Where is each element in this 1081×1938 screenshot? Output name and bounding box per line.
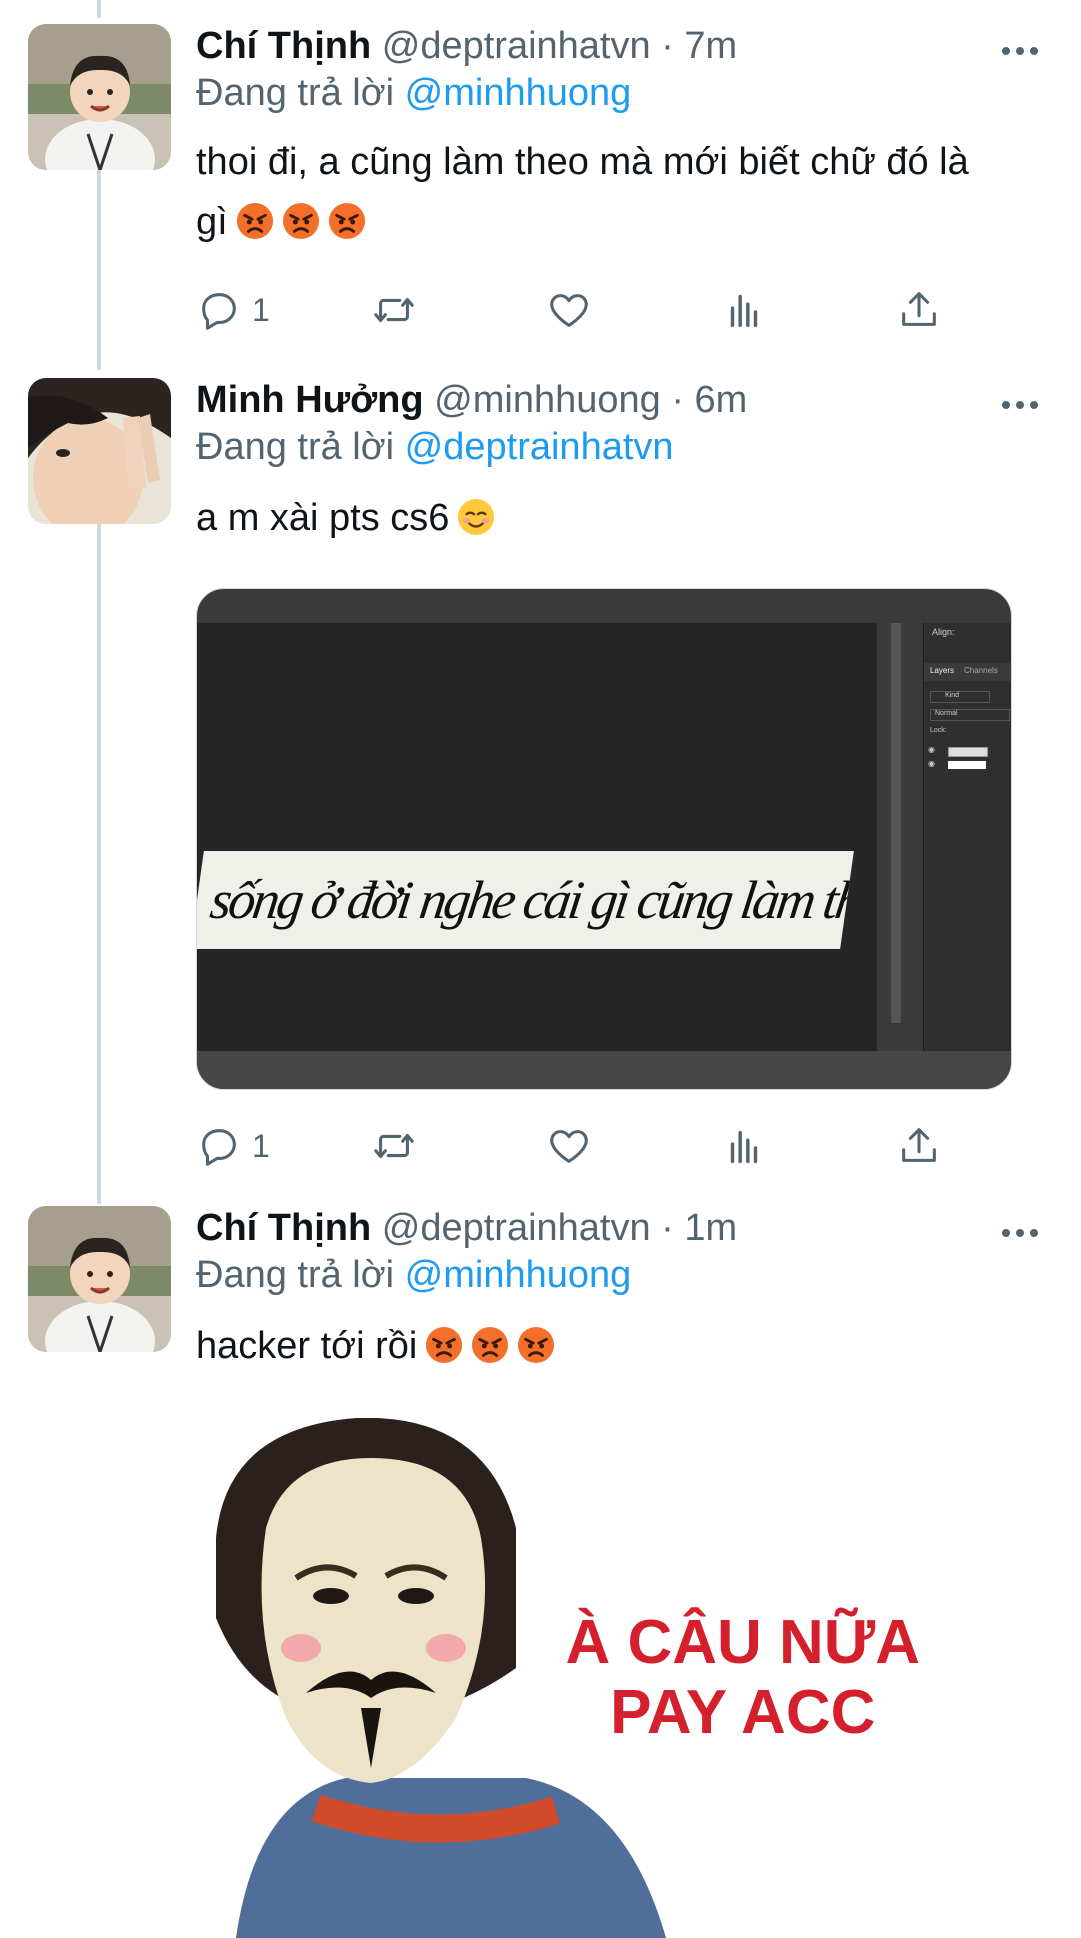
photoshop-canvas bbox=[197, 623, 877, 1051]
tweet-text-line: thoi đi, a cũng làm theo mà mới biết chữ… bbox=[196, 141, 969, 183]
panel-tab: Layers bbox=[930, 666, 955, 675]
smiling-face-emoji bbox=[457, 498, 495, 536]
reply-button[interactable]: 1 bbox=[196, 280, 270, 340]
separator: · bbox=[661, 1207, 674, 1249]
layer-row: ◉ bbox=[928, 745, 1011, 757]
panel-tab: Channels bbox=[964, 666, 998, 675]
avatar[interactable] bbox=[28, 378, 171, 524]
mention-link[interactable]: @minhhuong bbox=[405, 1254, 632, 1296]
tweet-text-line: hacker tới rồi bbox=[196, 1325, 418, 1367]
attached-image[interactable]: À CÂU NỮA PAY ACC bbox=[196, 1418, 1010, 1938]
replying-to: Đang trả lời @deptrainhatvn bbox=[196, 423, 674, 471]
share-button[interactable] bbox=[896, 280, 942, 340]
reply-icon bbox=[196, 1123, 242, 1169]
replying-to-label: Đang trả lời bbox=[196, 426, 395, 468]
retweet-icon bbox=[371, 287, 417, 333]
display-name[interactable]: Chí Thịnh bbox=[196, 25, 371, 67]
bar-chart-icon bbox=[721, 287, 767, 333]
timestamp[interactable]: 1m bbox=[684, 1207, 737, 1249]
separator: · bbox=[661, 25, 674, 67]
layers-panel: Align: Layers Channels Kind Normal Lock:… bbox=[923, 623, 1011, 1051]
tweet-text: hacker tới rồi bbox=[196, 1316, 1056, 1376]
more-options-icon[interactable] bbox=[1001, 1228, 1039, 1238]
views-button[interactable] bbox=[721, 1116, 767, 1176]
tweet-text-line: a m xài pts cs6 bbox=[196, 497, 450, 539]
attached-image[interactable]: Align: Layers Channels Kind Normal Lock:… bbox=[196, 588, 1012, 1090]
panel-lock-label: Lock: bbox=[930, 727, 947, 734]
tweet-header: Chí Thịnh @deptrainhatvn · 7m bbox=[196, 22, 737, 70]
replying-to: Đang trả lời @minhhuong bbox=[196, 1251, 631, 1299]
reply-count: 1 bbox=[252, 291, 270, 328]
like-button[interactable] bbox=[546, 280, 592, 340]
mention-link[interactable]: @deptrainhatvn bbox=[405, 426, 674, 468]
timestamp[interactable]: 6m bbox=[695, 379, 748, 421]
angry-face-emoji bbox=[328, 202, 366, 240]
canvas-warped-text: sống ở đời nghe cái gì cũng làm theo vậy bbox=[197, 851, 854, 949]
angry-face-emoji bbox=[517, 1326, 555, 1364]
share-icon bbox=[896, 1123, 942, 1169]
meme-caption-line: PAY ACC bbox=[610, 1678, 876, 1747]
avatar[interactable] bbox=[28, 24, 171, 170]
heart-icon bbox=[546, 287, 592, 333]
tweet-header: Minh Hưởng @minhhuong · 6m bbox=[196, 376, 747, 424]
action-bar: 1 bbox=[196, 280, 976, 340]
canvas-scrollbar bbox=[891, 623, 901, 1023]
heart-icon bbox=[546, 1123, 592, 1169]
user-handle[interactable]: @deptrainhatvn bbox=[382, 1207, 651, 1249]
meme-caption: À CÂU NỮA PAY ACC bbox=[565, 1608, 920, 1748]
retweet-button[interactable] bbox=[371, 1116, 417, 1176]
action-bar: 1 bbox=[196, 1116, 976, 1176]
tweet-text-line: gì bbox=[196, 201, 228, 243]
separator: · bbox=[671, 379, 684, 421]
share-icon bbox=[896, 287, 942, 333]
replying-to: Đang trả lời @minhhuong bbox=[196, 69, 631, 117]
panel-blend-mode: Normal bbox=[930, 709, 1010, 721]
user-handle[interactable]: @deptrainhatvn bbox=[382, 25, 651, 67]
user-handle[interactable]: @minhhuong bbox=[434, 379, 661, 421]
views-button[interactable] bbox=[721, 280, 767, 340]
photoshop-footer bbox=[197, 1051, 1011, 1089]
panel-tabs: Layers Channels bbox=[924, 663, 1011, 681]
mention-link[interactable]: @minhhuong bbox=[405, 72, 632, 114]
tweet[interactable]: Minh Hưởng @minhhuong · 6m Đang trả lời … bbox=[0, 378, 1081, 1178]
angry-face-emoji bbox=[425, 1326, 463, 1364]
tweet-text: thoi đi, a cũng làm theo mà mới biết chữ… bbox=[196, 132, 1056, 252]
angry-face-emoji bbox=[471, 1326, 509, 1364]
reply-icon bbox=[196, 287, 242, 333]
replying-to-label: Đang trả lời bbox=[196, 72, 395, 114]
angry-face-emoji bbox=[236, 202, 274, 240]
panel-align-label: Align: bbox=[932, 627, 955, 637]
retweet-button[interactable] bbox=[371, 280, 417, 340]
replying-to-label: Đang trả lời bbox=[196, 1254, 395, 1296]
more-options-icon[interactable] bbox=[1001, 400, 1039, 410]
panel-kind-filter: Kind bbox=[930, 691, 990, 703]
avatar[interactable] bbox=[28, 1206, 171, 1352]
like-button[interactable] bbox=[546, 1116, 592, 1176]
angry-face-emoji bbox=[282, 202, 320, 240]
tweet-header: Chí Thịnh @deptrainhatvn · 1m bbox=[196, 1204, 737, 1252]
thread-line bbox=[97, 0, 101, 18]
tweet[interactable]: Chí Thịnh @deptrainhatvn · 1m Đang trả l… bbox=[0, 1204, 1081, 1938]
layer-row: ◉ bbox=[928, 759, 1011, 771]
timestamp[interactable]: 7m bbox=[684, 25, 737, 67]
tweet-text: a m xài pts cs6 bbox=[196, 488, 1056, 548]
display-name[interactable]: Chí Thịnh bbox=[196, 1207, 371, 1249]
tweet[interactable]: Chí Thịnh @deptrainhatvn · 7m Đang trả l… bbox=[0, 24, 1081, 344]
more-options-icon[interactable] bbox=[1001, 46, 1039, 56]
bar-chart-icon bbox=[721, 1123, 767, 1169]
reply-count: 1 bbox=[252, 1127, 270, 1164]
share-button[interactable] bbox=[896, 1116, 942, 1176]
meme-caption-line: À CÂU NỮA bbox=[565, 1608, 920, 1677]
retweet-icon bbox=[371, 1123, 417, 1169]
reply-button[interactable]: 1 bbox=[196, 1116, 270, 1176]
display-name[interactable]: Minh Hưởng bbox=[196, 379, 424, 421]
